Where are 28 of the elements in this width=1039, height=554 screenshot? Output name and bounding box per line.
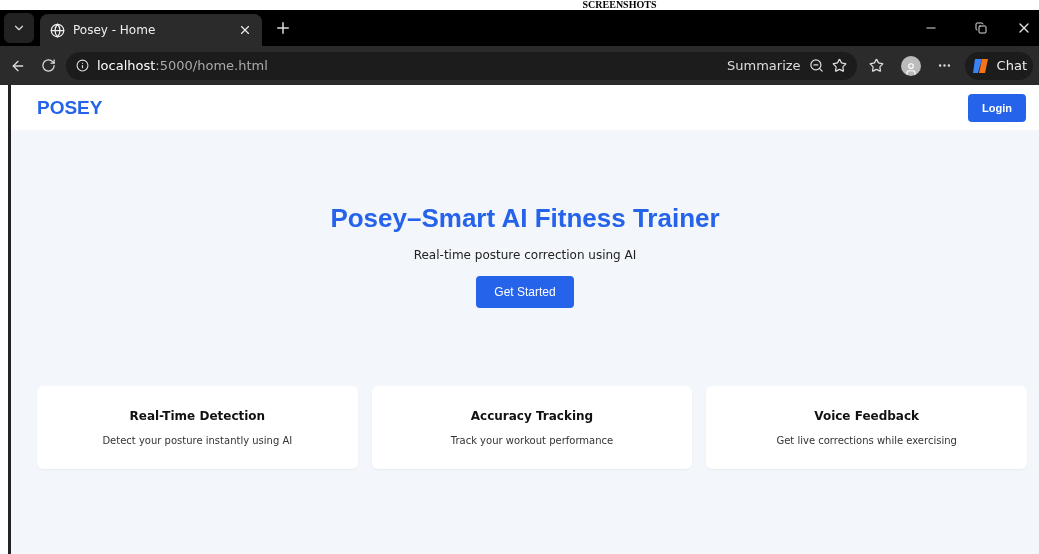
hero-title: Posey–Smart AI Fitness Trainer (330, 203, 720, 234)
star-list-icon (869, 58, 885, 73)
globe-icon (50, 22, 65, 38)
reload-icon (40, 58, 56, 73)
feature-description: Track your workout performance (450, 435, 614, 446)
feature-description: Detect your posture instantly using AI (102, 435, 293, 446)
site-logo: POSEY (37, 96, 103, 119)
plus-icon (274, 19, 292, 37)
page-caption: SCREENSHOTS (582, 0, 657, 10)
hero-subtitle: Real-time posture correction using AI (413, 248, 637, 262)
info-icon (76, 59, 89, 72)
login-button[interactable]: Login (968, 93, 1026, 122)
chat-logo-icon (970, 56, 991, 75)
chat-button[interactable]: Chat (964, 51, 1033, 80)
address-bar[interactable]: localhost:5000/home.html Summarize (66, 51, 857, 80)
close-tab-icon[interactable] (238, 23, 252, 37)
feature-title: Voice Feedback (814, 409, 920, 423)
feature-title: Accuracy Tracking (470, 409, 594, 423)
avatar-icon (900, 55, 921, 76)
zoom-out-icon[interactable] (808, 58, 824, 73)
feature-description: Get live corrections while exercising (776, 435, 957, 446)
star-icon[interactable] (831, 58, 847, 73)
url-text: localhost:5000/home.html (97, 58, 268, 73)
feature-title: Real-Time Detection (129, 409, 266, 423)
browser-tab[interactable]: Posey - Home (40, 14, 262, 46)
summarize-button[interactable]: Summarize (727, 58, 801, 73)
get-started-button[interactable]: Get Started (476, 276, 574, 308)
restore-icon (975, 22, 987, 34)
